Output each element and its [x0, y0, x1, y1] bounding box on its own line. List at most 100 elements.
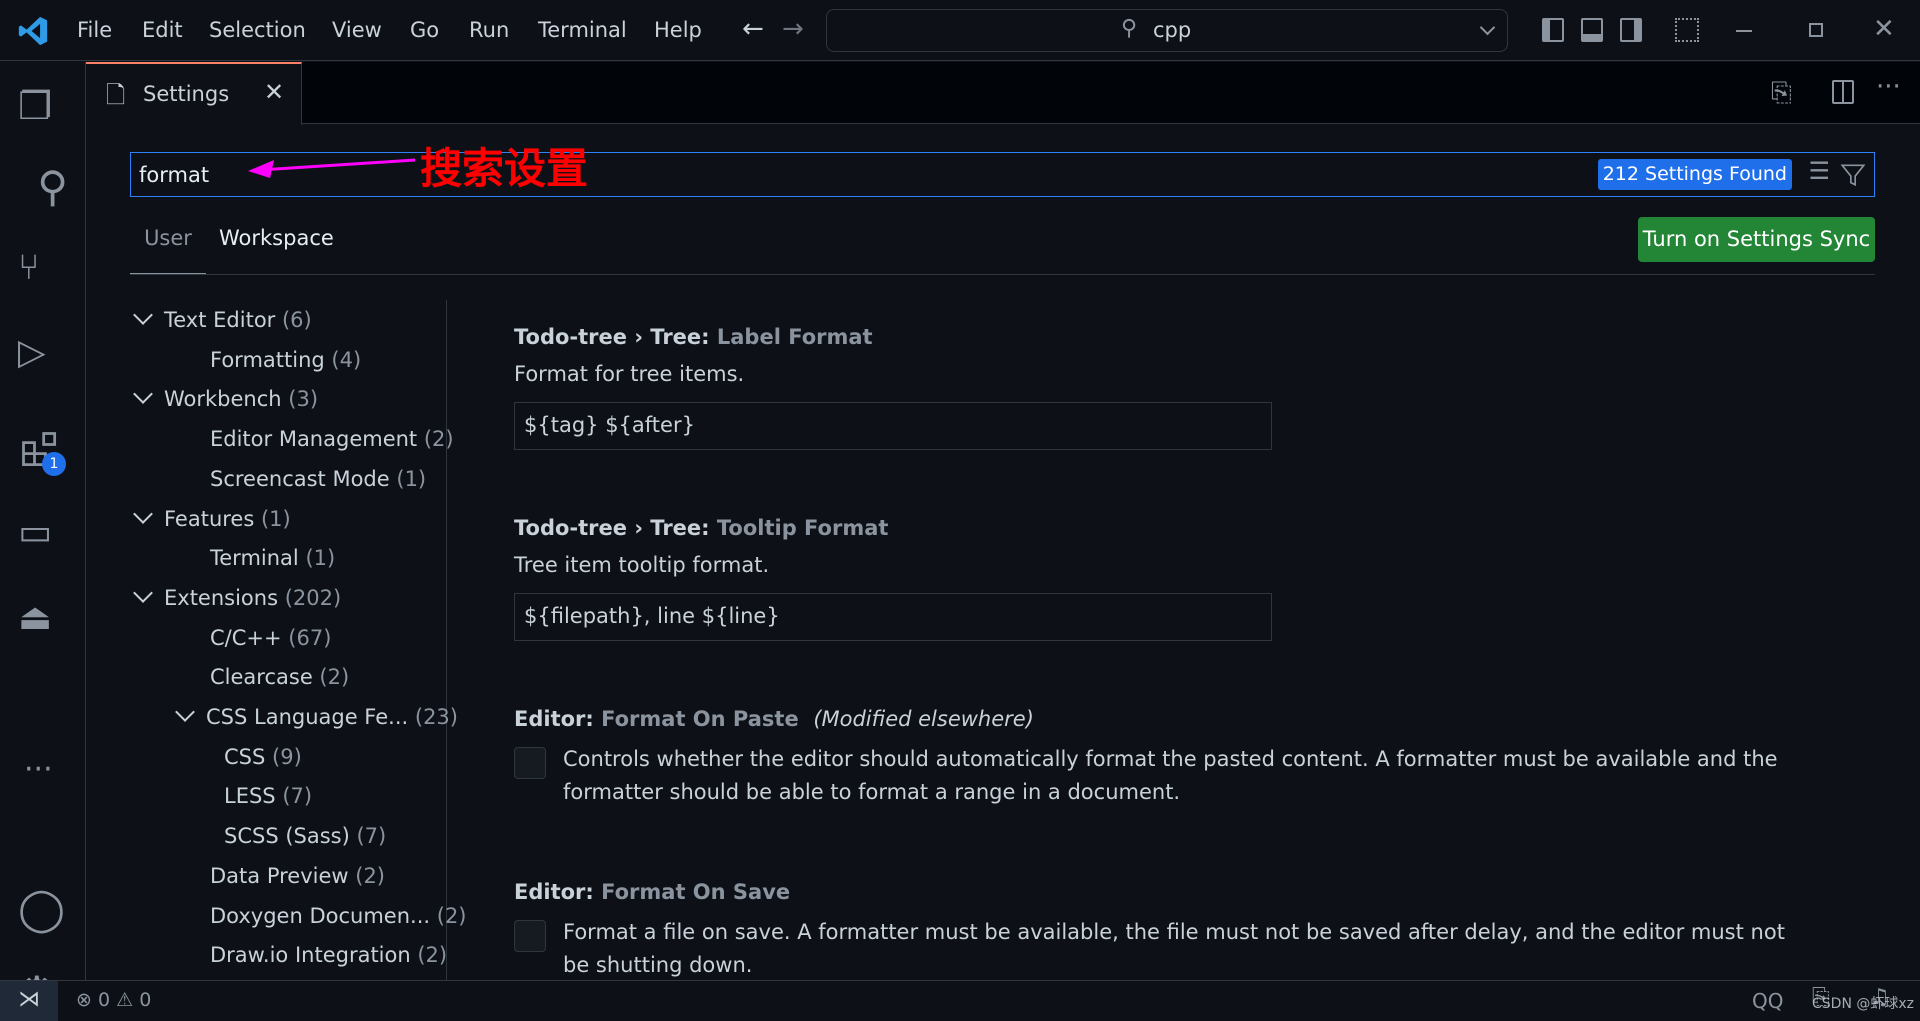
editor-tab-bar: ⎘ ··· — [86, 62, 1920, 124]
setting-name: Format On Save — [601, 880, 791, 904]
toc-item-label: CSS — [224, 744, 266, 769]
vscode-logo-icon — [18, 16, 48, 46]
restore-icon[interactable] — [1809, 23, 1823, 37]
annotation-text: 搜索设置 — [420, 144, 589, 193]
modified-elsewhere-link[interactable]: (Modified elsewhere) — [813, 707, 1034, 731]
results-count-badge: 212 Settings Found — [1597, 159, 1792, 190]
problems-indicator[interactable]: ⊗ 0 ⚠ 0 — [76, 989, 151, 1011]
menu-view[interactable]: View — [332, 18, 382, 42]
chevron-down-icon — [133, 305, 153, 325]
search-value: format — [139, 163, 210, 187]
toc-item[interactable]: Text Editor (6) — [133, 305, 312, 332]
testing-icon[interactable]: ⏏ — [18, 597, 68, 647]
toc-item[interactable]: Clearcase (2) — [210, 665, 349, 689]
divider — [130, 274, 1875, 275]
search-icon[interactable]: ⚲ — [18, 162, 68, 212]
toc-item-label: Draw.io Integration — [210, 943, 411, 968]
command-center-text: cpp — [1153, 18, 1192, 42]
setting-title: Editor: Format On Paste (Modified elsewh… — [514, 707, 1814, 731]
run-debug-icon[interactable]: ▷ — [18, 332, 68, 382]
chevron-down-icon — [175, 702, 195, 722]
minimize-icon[interactable] — [1736, 30, 1752, 32]
remote-explorer-icon[interactable]: ▭ — [18, 512, 68, 562]
command-center[interactable]: ⚲ cpp — [826, 9, 1508, 52]
setting-title: Todo-tree › Tree: Tooltip Format — [514, 516, 1272, 540]
back-arrow-icon[interactable]: ← — [742, 14, 764, 44]
filter-icon[interactable] — [1840, 162, 1866, 188]
extensions-icon[interactable]: 1 — [18, 428, 68, 478]
qq-status-item[interactable]: QQ — [1752, 989, 1783, 1013]
toc-item[interactable]: C/C++ (67) — [210, 626, 331, 650]
label-format-input[interactable]: ${tag} ${after} — [514, 402, 1272, 450]
toc-item-label: Editor Management — [210, 427, 418, 452]
format-on-paste-checkbox[interactable] — [514, 747, 546, 779]
toc-item-count: (23) — [414, 705, 458, 729]
split-editor-icon[interactable] — [1832, 80, 1854, 104]
setting-name: Tooltip Format — [716, 516, 889, 540]
toc-item-label: C/C++ — [210, 625, 282, 650]
toc-item[interactable]: Features (1) — [133, 503, 291, 531]
menu-go[interactable]: Go — [410, 18, 439, 42]
more-icon[interactable]: ··· — [24, 752, 74, 802]
toc-item[interactable]: Terminal (1) — [210, 546, 335, 570]
toc-item[interactable]: Draw.io Integration (2) — [210, 943, 447, 967]
toc-item[interactable]: Extensions (202) — [133, 582, 341, 610]
tab-workspace[interactable]: Workspace — [219, 226, 334, 250]
toc-item[interactable]: Data Preview (2) — [210, 864, 385, 888]
toc-item-count: (9) — [272, 744, 302, 769]
toc-item[interactable]: CSS Language Fe... (23) — [175, 702, 458, 729]
toc-item[interactable]: CSS (9) — [224, 745, 302, 769]
toc-item-count: (1) — [260, 506, 291, 531]
setting-title: Editor: Format On Save — [514, 880, 1814, 904]
forward-arrow-icon[interactable]: → — [782, 14, 804, 44]
watermark: CSDN @虾球xz — [1812, 996, 1914, 1012]
turn-on-settings-sync-button[interactable]: Turn on Settings Sync — [1638, 217, 1875, 262]
toc-item[interactable]: Doxygen Documen... (2) — [210, 904, 467, 928]
customize-layout-icon[interactable] — [1675, 18, 1699, 42]
tab-user[interactable]: User — [130, 226, 206, 275]
format-on-save-checkbox[interactable] — [514, 920, 546, 952]
toc-item[interactable]: SCSS (Sass) (7) — [224, 824, 386, 848]
toc-item-count: (2) — [319, 665, 350, 690]
toc-item-label: SCSS (Sass) — [224, 824, 350, 849]
menu-selection[interactable]: Selection — [209, 18, 306, 42]
status-bar: ⋊ ⊗ 0 ⚠ 0 QQ ⎘ ♫ CSDN @虾球xz — [0, 980, 1920, 1021]
setting-format-on-paste: Editor: Format On Paste (Modified elsewh… — [514, 707, 1814, 809]
source-control-icon[interactable]: ⑂ — [18, 247, 68, 297]
more-actions-icon[interactable]: ··· — [1876, 72, 1901, 102]
menu-terminal[interactable]: Terminal — [538, 18, 627, 42]
toc-item[interactable]: Formatting (4) — [210, 348, 361, 372]
chevron-down-icon[interactable] — [1479, 19, 1496, 36]
explorer-icon[interactable]: ❐ — [18, 84, 68, 134]
setting-description: Format a file on save. A formatter must … — [563, 920, 1785, 977]
close-tab-icon[interactable]: ✕ — [264, 78, 284, 106]
toc-item-count: (1) — [396, 466, 427, 491]
setting-category: Editor: — [514, 707, 602, 731]
open-settings-json-icon[interactable]: ⎘ — [1771, 78, 1792, 109]
tab-settings[interactable]: 🗋 Settings ✕ — [86, 62, 302, 125]
toc-item[interactable]: LESS (7) — [224, 784, 312, 808]
menu-run[interactable]: Run — [469, 18, 509, 42]
toc-item-label: Data Preview — [210, 863, 349, 888]
tooltip-format-input[interactable]: ${filepath}, line ${line} — [514, 593, 1272, 641]
remote-indicator-icon[interactable]: ⋊ — [0, 981, 58, 1021]
warning-count: 0 — [139, 989, 152, 1011]
toggle-secondary-sidebar-icon[interactable] — [1620, 18, 1642, 42]
toc-item[interactable]: Editor Management (2) — [210, 427, 454, 451]
annotation-arrow-icon — [248, 158, 416, 178]
toggle-panel-icon[interactable] — [1581, 18, 1603, 42]
close-window-icon[interactable]: ✕ — [1873, 14, 1895, 44]
toc-item-count: (7) — [282, 784, 313, 809]
setting-description: Tree item tooltip format. — [514, 553, 770, 577]
clear-filter-icon[interactable]: ☰ — [1808, 157, 1830, 185]
setting-title: Todo-tree › Tree: Label Format — [514, 325, 1272, 349]
toc-item-count: (6) — [281, 308, 312, 332]
toc-item[interactable]: Screencast Mode (1) — [210, 467, 426, 491]
menu-file[interactable]: File — [77, 18, 112, 42]
toc-item[interactable]: Workbench (3) — [133, 384, 318, 411]
accounts-icon[interactable]: ◯ — [18, 884, 68, 934]
menu-help[interactable]: Help — [654, 18, 702, 42]
tab-workspace-label: Workspace — [219, 226, 334, 250]
toggle-primary-sidebar-icon[interactable] — [1542, 18, 1564, 42]
menu-edit[interactable]: Edit — [142, 18, 183, 42]
